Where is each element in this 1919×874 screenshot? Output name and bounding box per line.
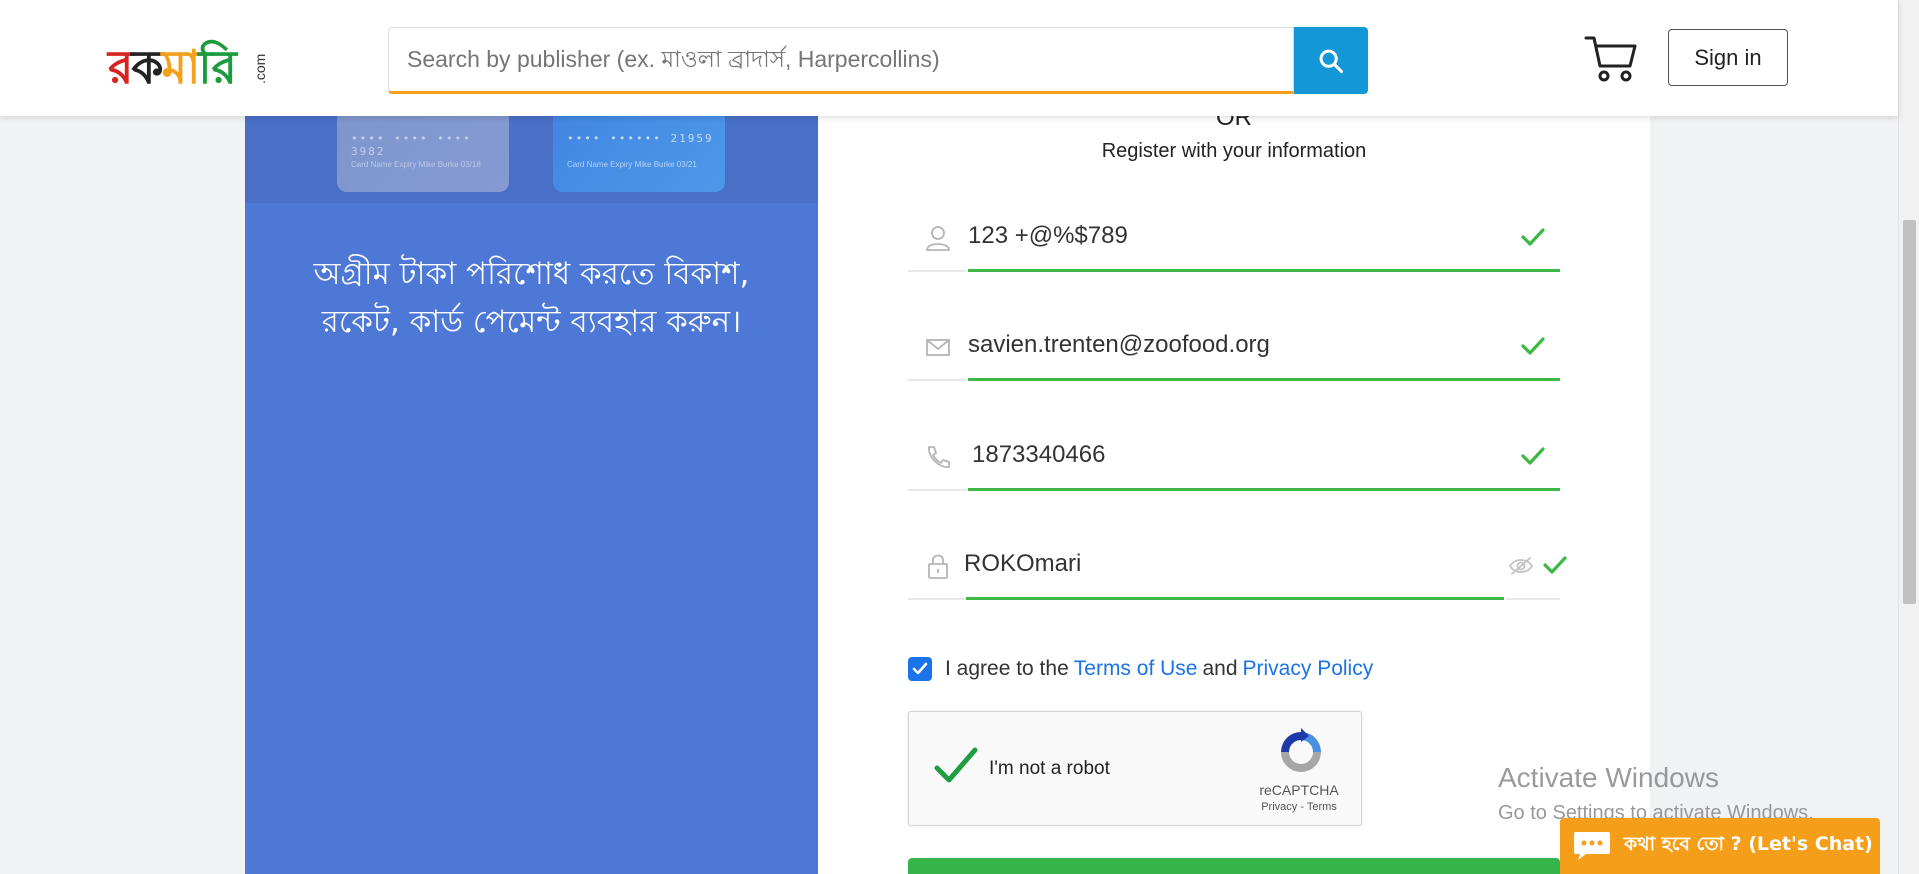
field-underline-valid: [968, 488, 1560, 491]
field-underline: [908, 598, 964, 600]
recaptcha-link-separator: -: [1297, 801, 1307, 813]
search-button[interactable]: [1294, 27, 1368, 94]
payment-promo-panel: •••• •••• •••• 3982 Card Name Expiry Mik…: [245, 0, 818, 874]
field-underline: [908, 379, 966, 381]
checkmark-icon: [912, 662, 928, 675]
terms-agreement: I agree to the Terms of Use and Privacy …: [908, 655, 1378, 683]
logo-wordmark: রকমারি: [108, 44, 237, 90]
valid-check-icon: [1521, 228, 1545, 246]
user-icon: [926, 226, 950, 251]
search-icon: [1319, 49, 1344, 73]
chat-bubble-icon: [1574, 832, 1610, 860]
field-underline: [1506, 598, 1560, 600]
email-field: [908, 321, 1560, 381]
recaptcha-links: Privacy - Terms: [1239, 801, 1359, 813]
recaptcha-terms-link[interactable]: Terms: [1307, 801, 1337, 813]
envelope-icon: [926, 339, 950, 356]
name-field: [908, 212, 1560, 272]
name-input[interactable]: [968, 216, 1488, 256]
recaptcha-logo-icon: [1281, 728, 1321, 772]
card-number: •••• •••••• 21959: [567, 132, 714, 145]
logo-part-3: মা: [161, 40, 201, 94]
phone-input[interactable]: [972, 435, 1492, 475]
field-underline-valid: [968, 378, 1560, 381]
recaptcha-checkbox[interactable]: [933, 746, 979, 786]
site-header: রকমারি .com Sign in: [0, 0, 1898, 116]
recaptcha-widget: I'm not a robot reCAPTCHA Privacy - Term…: [908, 711, 1362, 826]
logo-part-1: র: [108, 40, 133, 94]
page-scrollbar[interactable]: [1898, 0, 1919, 874]
chat-widget-button[interactable]: কথা হবে তো ? (Let's Chat): [1560, 818, 1880, 874]
logo-part-2: ক: [131, 40, 163, 94]
recaptcha-privacy-link[interactable]: Privacy: [1261, 801, 1297, 813]
search-input[interactable]: [388, 27, 1294, 94]
agree-checkbox[interactable]: [908, 657, 932, 681]
promo-message: অগ্রীম টাকা পরিশোধ করতে বিকাশ, রকেট, কার…: [313, 256, 750, 340]
field-underline: [908, 489, 966, 491]
register-form: OR Register with your information 123 +@…: [818, 0, 1650, 874]
eye-slash-icon[interactable]: [1508, 556, 1534, 576]
agree-prefix: I agree to the: [945, 657, 1069, 680]
card-holder: Card Name Expiry Mike Burke 03/21: [567, 160, 697, 169]
valid-check-icon: [1543, 556, 1567, 574]
watermark-title: Activate Windows: [1498, 762, 1719, 793]
signin-button[interactable]: Sign in: [1668, 29, 1788, 86]
field-underline-valid: [968, 269, 1560, 272]
agree-and: and: [1202, 657, 1238, 680]
activate-windows-watermark: Activate Windows Go to Settings to activ…: [1498, 762, 1814, 825]
valid-check-icon: [1521, 447, 1545, 465]
recaptcha-brand: reCAPTCHA: [1259, 782, 1339, 798]
phone-field: [908, 431, 1560, 491]
field-underline: [908, 270, 966, 272]
privacy-policy-link[interactable]: Privacy Policy: [1243, 657, 1374, 681]
search-bar: [388, 27, 1368, 94]
register-submit-button[interactable]: [908, 858, 1560, 874]
chat-label: কথা হবে তো ? (Let's Chat): [1624, 833, 1873, 855]
password-input[interactable]: [964, 544, 1484, 584]
card-holder: Card Name Expiry Mike Burke 03/18: [351, 160, 481, 169]
field-underline-valid: [966, 597, 1504, 600]
terms-of-use-link[interactable]: Terms of Use: [1074, 657, 1198, 681]
phone-icon: [928, 446, 950, 468]
logo-part-4: রি: [198, 40, 236, 94]
recaptcha-label: I'm not a robot: [989, 758, 1110, 779]
cart-button[interactable]: [1584, 34, 1638, 84]
cart-icon: [1584, 36, 1637, 82]
card-number: •••• •••• •••• 3982: [351, 132, 472, 158]
email-input[interactable]: [968, 325, 1488, 365]
lock-icon: [928, 554, 948, 579]
password-field: [908, 540, 1567, 600]
register-heading: Register with your information: [1101, 140, 1367, 162]
valid-check-icon: [1521, 337, 1545, 355]
logo-suffix: .com: [252, 53, 268, 84]
rokomari-logo[interactable]: রকমারি .com: [108, 28, 274, 90]
scrollbar-thumb[interactable]: [1903, 220, 1916, 604]
